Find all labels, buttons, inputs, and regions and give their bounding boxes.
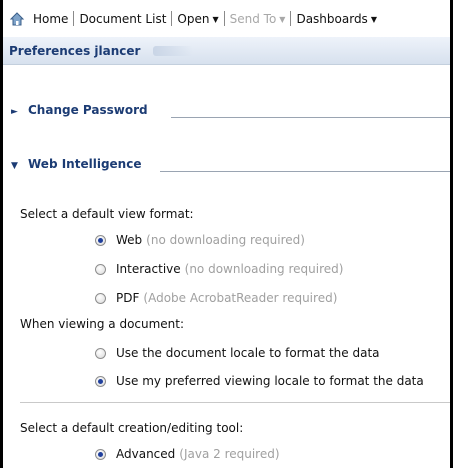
radio-pdf[interactable] <box>95 292 106 304</box>
home-button[interactable]: Home <box>28 12 73 26</box>
chevron-down-icon: ▼ <box>279 14 286 24</box>
view-format-label: Select a default view format: <box>20 207 194 221</box>
section-title: Change Password <box>28 103 148 117</box>
viewing-document-locale-option[interactable]: Use the document locale to format the da… <box>95 346 380 360</box>
option-label: Advanced <box>116 447 176 461</box>
send-to-menu[interactable]: Send To ▼ <box>225 12 291 26</box>
radio-interactive[interactable] <box>95 263 106 275</box>
preferences-window: Home Document List Open ▼ Send To ▼ Dashbo… <box>0 0 453 468</box>
dashboards-label: Dashboards <box>296 11 368 26</box>
radio-preferred-locale[interactable] <box>95 375 106 387</box>
creation-advanced-option[interactable]: Advanced (Java 2 required) <box>95 447 280 461</box>
radio-advanced[interactable] <box>95 448 106 460</box>
section-change-password[interactable]: ► Change Password <box>11 103 148 117</box>
option-label: Use the document locale to format the da… <box>116 346 380 360</box>
tab-preferences[interactable]: Preferences jlancer <box>9 44 140 58</box>
option-label: Use my preferred viewing locale to forma… <box>116 374 424 388</box>
preferences-tab-bar: Preferences jlancer <box>3 37 450 65</box>
open-label: Open <box>177 11 210 26</box>
chevron-down-icon: ▼ <box>212 14 219 24</box>
radio-web[interactable] <box>95 234 106 246</box>
option-label: Interactive <box>116 262 181 276</box>
document-list-button[interactable]: Document List <box>74 12 171 26</box>
viewing-label: When viewing a document: <box>20 317 185 331</box>
option-hint: (no downloading required) <box>146 233 305 247</box>
section-title: Web Intelligence <box>28 157 142 171</box>
option-hint: (no downloading required) <box>184 262 344 276</box>
radio-document-locale[interactable] <box>95 347 106 359</box>
home-icon[interactable] <box>9 11 25 27</box>
main-toolbar: Home Document List Open ▼ Send To ▼ Dashbo… <box>3 0 450 37</box>
view-format-interactive-option[interactable]: Interactive (no downloading required) <box>95 262 343 276</box>
view-format-pdf-option[interactable]: PDF (Adobe AcrobatReader required) <box>95 291 337 305</box>
creation-tool-label: Select a default creation/editing tool: <box>20 421 244 435</box>
open-menu[interactable]: Open ▼ <box>172 12 223 26</box>
section-divider <box>171 117 450 118</box>
option-hint: (Adobe AcrobatReader required) <box>143 291 338 305</box>
tab-fade <box>153 46 193 56</box>
section-divider <box>160 171 450 172</box>
option-label: Web <box>116 233 143 247</box>
user-name: jlancer <box>94 44 141 58</box>
viewing-preferred-locale-option[interactable]: Use my preferred viewing locale to forma… <box>95 374 424 388</box>
expand-arrow-icon: ► <box>11 107 18 117</box>
collapse-arrow-icon: ▼ <box>11 161 18 171</box>
option-hint: (Java 2 required) <box>179 447 280 461</box>
chevron-down-icon: ▼ <box>370 14 377 24</box>
dashboards-menu[interactable]: Dashboards ▼ <box>291 12 382 26</box>
group-divider <box>20 402 450 403</box>
page-title: Preferences <box>9 44 91 58</box>
section-web-intelligence[interactable]: ▼ Web Intelligence <box>11 157 141 171</box>
option-label: PDF <box>116 291 140 305</box>
view-format-web-option[interactable]: Web (no downloading required) <box>95 233 305 247</box>
send-to-label: Send To <box>229 11 277 26</box>
